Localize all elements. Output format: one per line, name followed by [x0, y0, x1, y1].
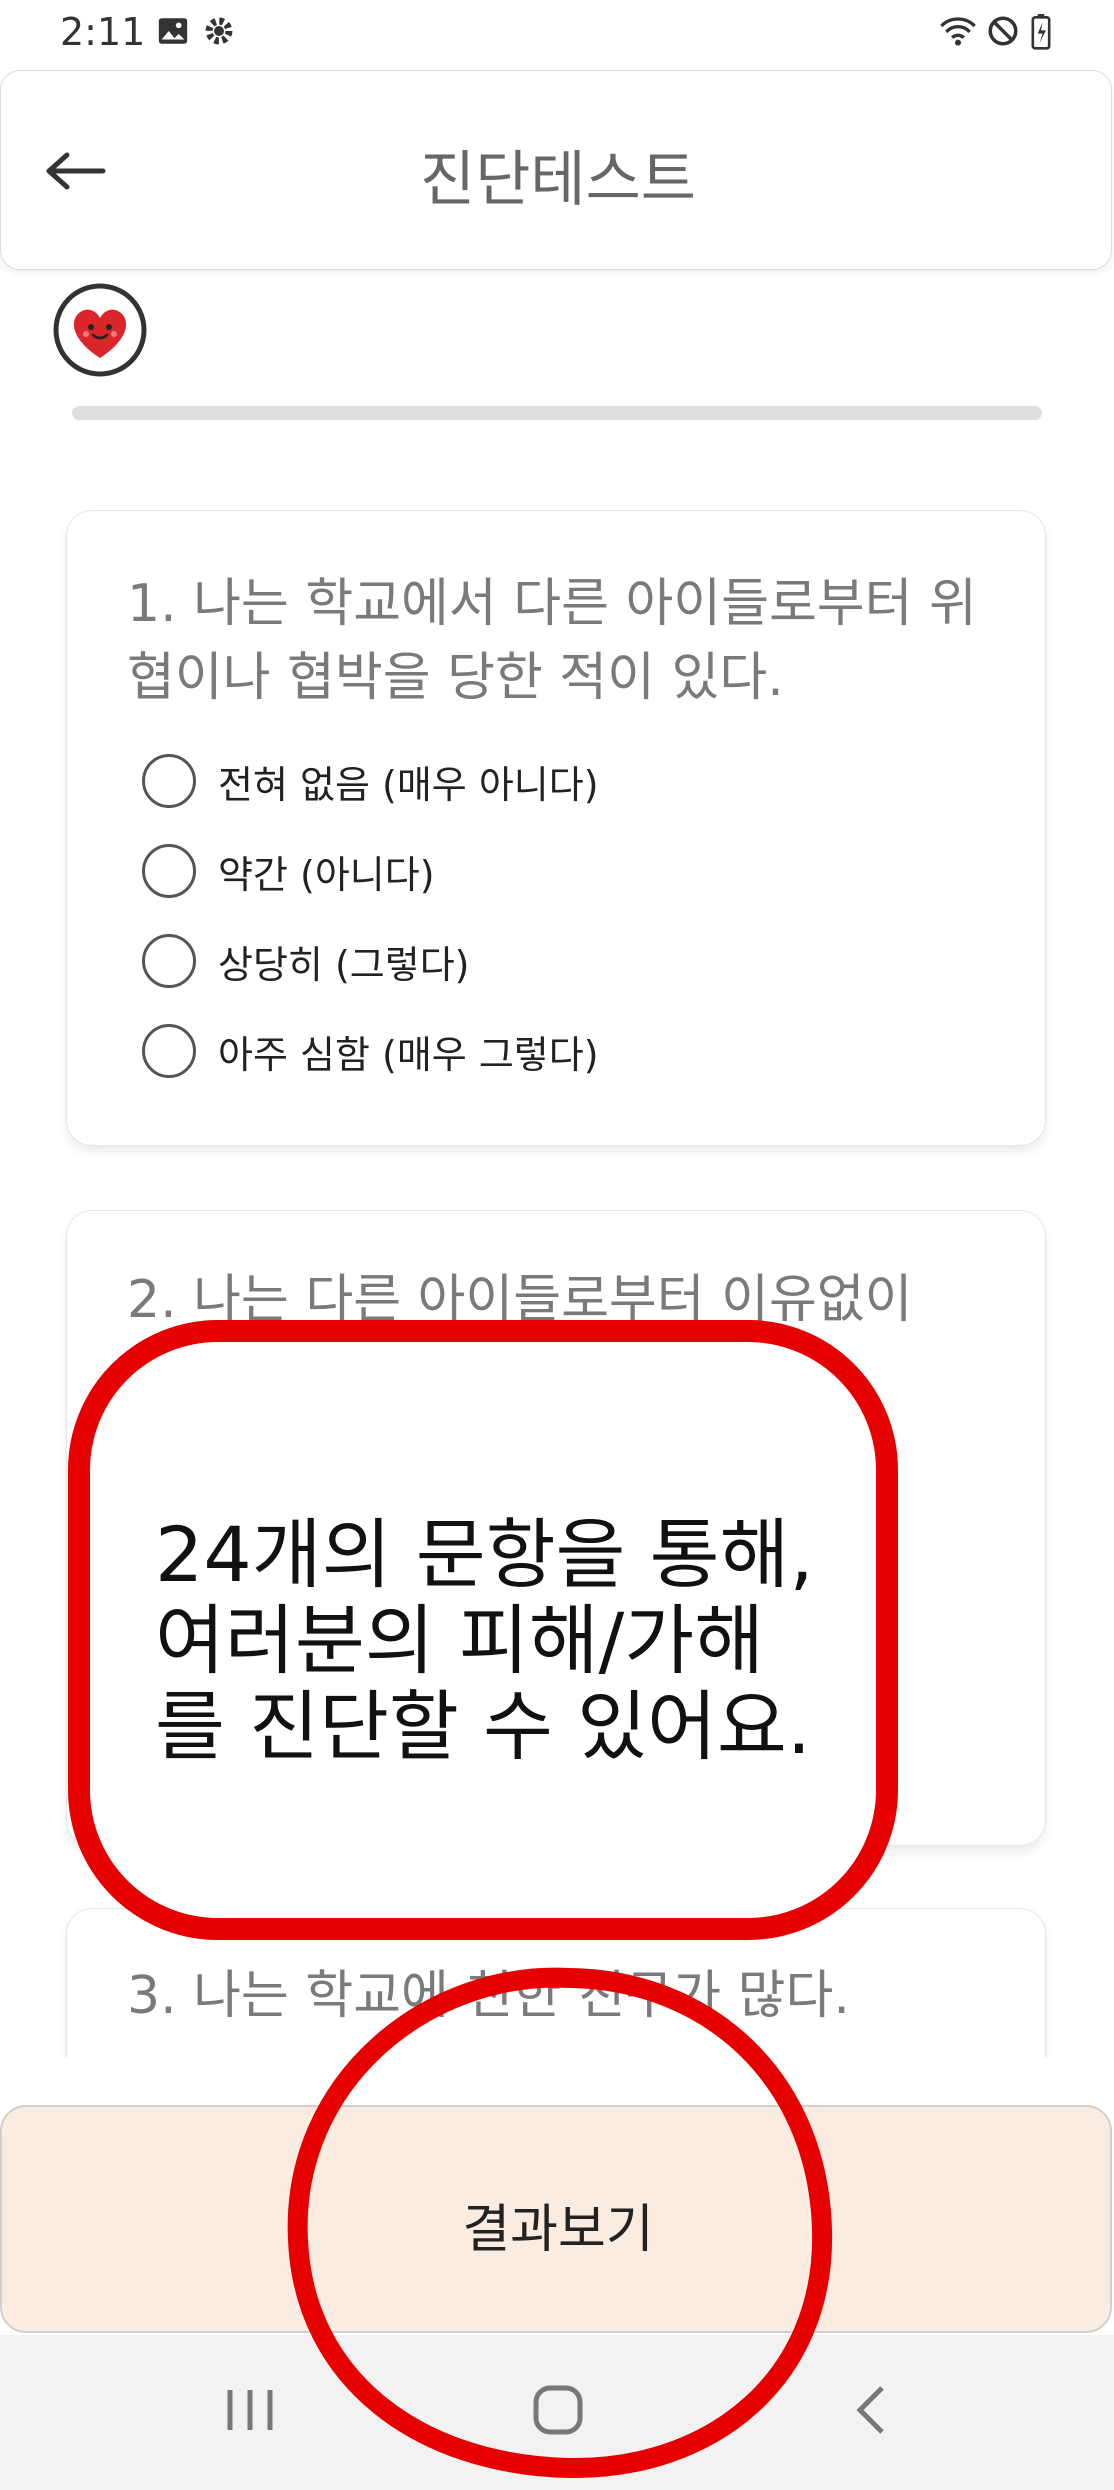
question-text: 3. 나는 학교에 친한 친구가 많다. [127, 1966, 850, 2026]
result-button-label: 결과보기 [462, 2200, 654, 2260]
recent-apps-button[interactable] [200, 2370, 300, 2450]
result-button[interactable]: 결과보기 [0, 2105, 1112, 2333]
heart-mascot-icon [52, 282, 148, 378]
radio-button[interactable] [142, 934, 196, 988]
annotation-text: 24개의 문항을 통해, 여러분의 피해/가해 를 진단할 수 있어요. [155, 1512, 875, 1770]
status-time: 2:11 [60, 10, 146, 54]
answer-option-3[interactable]: 상당히 (그렇다) [142, 927, 470, 995]
answer-option-4[interactable]: 아주 심함 (매우 그렇다) [142, 1017, 599, 1085]
wifi-icon [938, 14, 978, 52]
option-label: 전혀 없음 (매우 아니다) [218, 762, 599, 807]
answer-option-2[interactable]: 약간 (아니다) [142, 837, 435, 905]
battery-icon [1030, 14, 1052, 54]
answer-option-1[interactable]: 전혀 없음 (매우 아니다) [142, 747, 599, 815]
question-text: 1. 나는 학교에서 다른 아이들로부터 위협이나 협박을 당한 적이 있다. [127, 574, 977, 708]
home-icon [533, 2385, 583, 2435]
system-back-button[interactable] [822, 2370, 922, 2450]
annotation-line: 여러분의 피해/가해 [155, 1596, 765, 1685]
status-bar: 2:11 [0, 0, 1114, 70]
option-label: 약간 (아니다) [218, 852, 435, 897]
annotation-line: 를 진단할 수 있어요. [155, 1682, 811, 1771]
chevron-left-icon [856, 2386, 884, 2434]
progress-bar [72, 406, 1042, 420]
do-not-disturb-icon [986, 14, 1020, 52]
question-card-1: 1. 나는 학교에서 다른 아이들로부터 위협이나 협박을 당한 적이 있다. … [66, 510, 1046, 1146]
option-label: 상당히 (그렇다) [218, 942, 470, 987]
home-button[interactable] [508, 2370, 608, 2450]
page-title: 진단테스트 [420, 145, 696, 215]
annotation-callout: 24개의 문항을 통해, 여러분의 피해/가해 를 진단할 수 있어요. [68, 1320, 898, 1940]
recent-apps-icon [227, 2390, 273, 2430]
gallery-icon [156, 14, 190, 52]
gear-icon [202, 14, 236, 52]
option-label: 아주 심함 (매우 그렇다) [218, 1032, 599, 1077]
app-header: 진단테스트 [0, 70, 1112, 270]
system-nav-bar [0, 2335, 1114, 2490]
radio-button[interactable] [142, 754, 196, 808]
radio-button[interactable] [142, 1024, 196, 1078]
annotation-line: 24개의 문항을 통해, [155, 1510, 814, 1599]
radio-button[interactable] [142, 844, 196, 898]
